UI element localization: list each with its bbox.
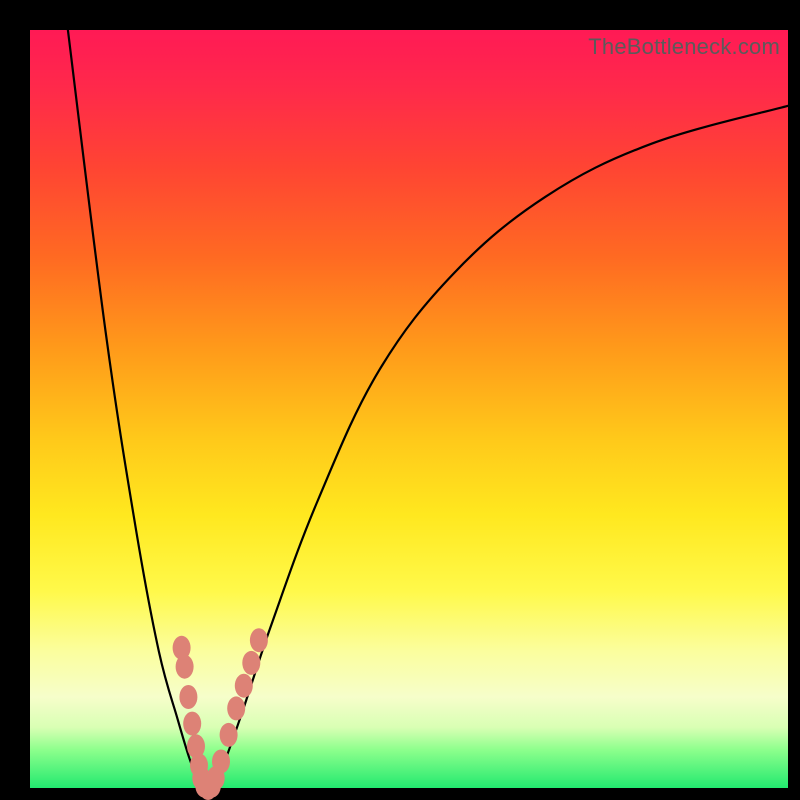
bead-marker	[220, 723, 238, 747]
bead-marker	[235, 674, 253, 698]
chart-frame: TheBottleneck.com	[0, 0, 800, 800]
chart-svg	[30, 30, 788, 788]
bead-marker	[242, 651, 260, 675]
bead-marker	[212, 750, 230, 774]
curve-right-branch	[213, 106, 788, 788]
bead-marker	[227, 696, 245, 720]
chart-plot-area: TheBottleneck.com	[30, 30, 788, 788]
bead-group	[173, 628, 268, 800]
bead-marker	[176, 655, 194, 679]
bead-marker	[179, 685, 197, 709]
bead-marker	[183, 712, 201, 736]
bead-marker	[250, 628, 268, 652]
